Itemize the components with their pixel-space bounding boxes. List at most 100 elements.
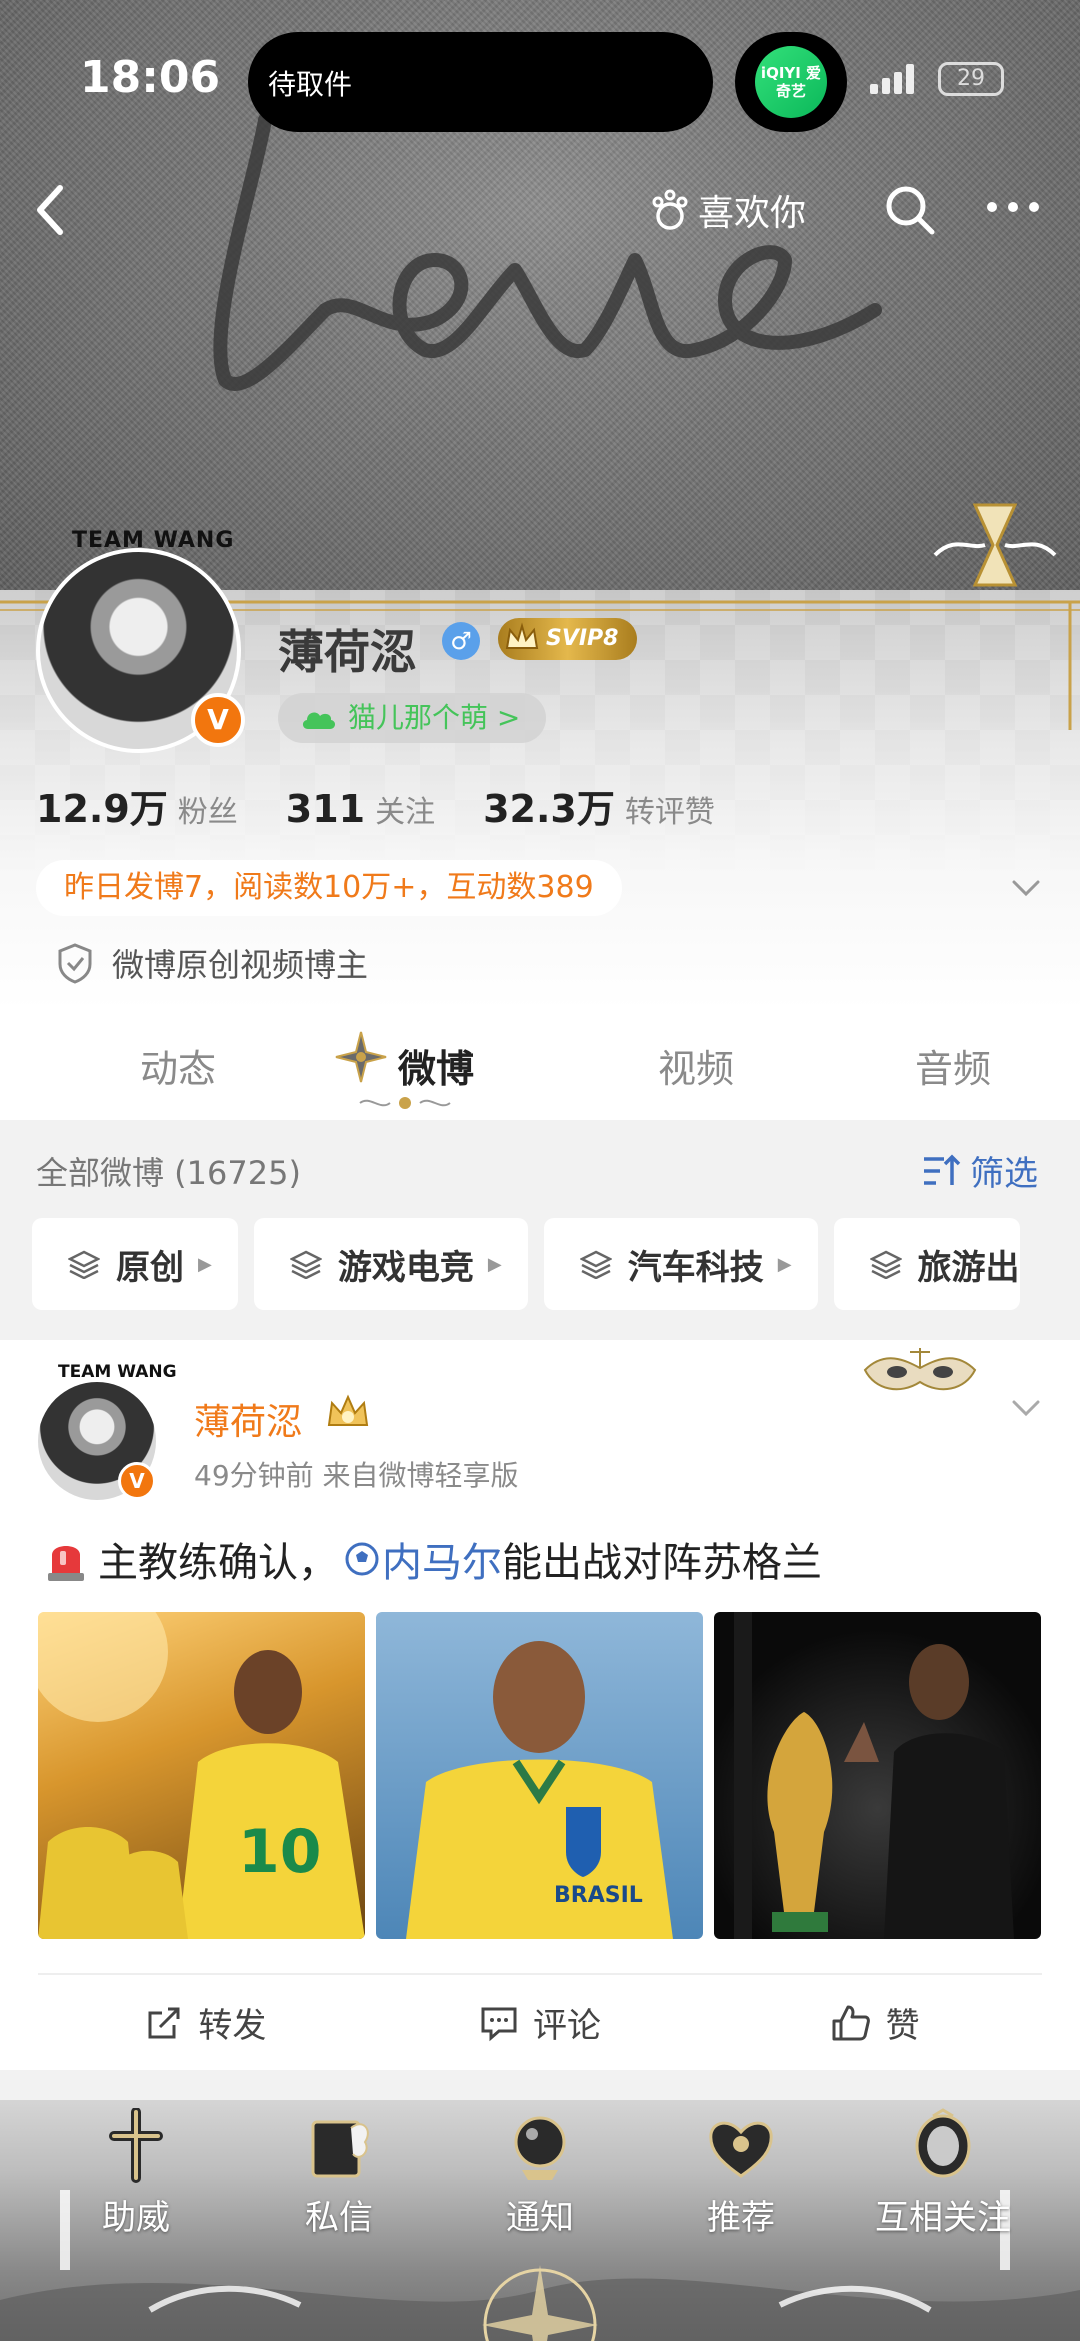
soccer-ball-icon (345, 1542, 379, 1576)
original-video-creator[interactable]: 微博原创视频博主 (56, 940, 368, 986)
stat-number: 12.9万 (36, 787, 168, 831)
chip-auto-tech[interactable]: 汽车科技 ▶ (543, 1218, 818, 1310)
all-weibo-count: 全部微博 (16725) (36, 1154, 301, 1192)
repost-button[interactable]: 转发 (38, 1975, 373, 2070)
chip-travel[interactable]: 旅游出 (833, 1218, 1020, 1310)
stat-interactions[interactable]: 32.3万 转评赞 (483, 778, 715, 833)
post-text-after: 能出战对阵苏格兰 (502, 1540, 822, 1586)
message-book-icon (311, 2120, 369, 2178)
svip-badge[interactable]: SVIP8 (498, 618, 637, 660)
chevron-down-icon[interactable] (1010, 878, 1042, 898)
thumbs-up-icon (832, 2005, 870, 2040)
fan-group-tag[interactable]: 猫儿那个萌 > (278, 693, 547, 743)
svip-label: SVIP8 (546, 626, 619, 651)
status-bar: 18:06 待取件 iQIYI 爱奇艺 29 (0, 0, 1080, 160)
search-icon[interactable] (882, 182, 938, 238)
back-arrow-icon[interactable] (30, 180, 70, 240)
stat-number: 32.3万 (483, 787, 615, 831)
masquerade-mask-decoration (863, 1348, 977, 1391)
layers-icon (579, 1250, 612, 1279)
world-cup-trophy-image (734, 1612, 1014, 1939)
topic-link-neymar[interactable]: 内马尔 (382, 1530, 502, 1588)
post-photo-3[interactable] (714, 1612, 1041, 1939)
tab-audio[interactable]: 音频 (915, 1038, 991, 1093)
profile-name: 薄荷涊 (278, 625, 416, 679)
verified-badge-icon: V (118, 1462, 156, 1500)
stat-number: 311 (285, 787, 366, 831)
post-text-before: 主教练确认， (98, 1540, 338, 1586)
vip-crown-icon (327, 1394, 369, 1426)
tab-video[interactable]: 视频 (658, 1038, 734, 1093)
fan-group-label: 猫儿那个萌 > (348, 701, 521, 734)
messages-button[interactable]: 私信 (254, 2108, 424, 2239)
heart-lock-icon (709, 2121, 773, 2178)
profile-stats: 12.9万 粉丝 311 关注 32.3万 转评赞 (36, 778, 763, 833)
crystal-ball-icon (514, 2116, 566, 2180)
like-you-button[interactable]: 喜欢你 (650, 185, 806, 235)
clock: 18:06 (80, 52, 221, 103)
repost-label: 转发 (198, 2006, 267, 2046)
player-yellow-jersey-image: 10 (38, 1612, 365, 1939)
recommend-button[interactable]: 推荐 (656, 2108, 826, 2239)
chevron-down-icon[interactable] (1010, 1398, 1042, 1418)
mutual-follow-label: 互相关注 (875, 2198, 1011, 2238)
stat-label: 关注 (375, 795, 436, 830)
verified-badge-icon: V (191, 693, 245, 747)
chip-original[interactable]: 原创 ▶ (32, 1218, 238, 1310)
stat-label: 转评赞 (624, 795, 715, 830)
filter-label: 筛选 (970, 1154, 1038, 1194)
category-chips: 原创 ▶ 游戏电竞 ▶ 汽车科技 ▶ 旅游出 (32, 1218, 1020, 1310)
shield-icon (58, 943, 92, 984)
chip-caret-icon: ▶ (777, 1253, 792, 1275)
cellular-signal-icon (870, 64, 914, 94)
iqiyi-live-activity[interactable]: iQIYI 爱奇艺 (735, 32, 847, 132)
comment-button[interactable]: 评论 (373, 1975, 708, 2070)
player-brasil-jersey-image: BRASIL (406, 1641, 673, 1939)
stat-label: 粉丝 (177, 795, 238, 830)
post-text: 主教练确认， 内马尔 能出战对阵苏格兰 (44, 1530, 822, 1588)
chip-label: 旅游出 (917, 1247, 1020, 1288)
gothic-cross-icon (109, 2108, 163, 2183)
chip-caret-icon: ▶ (198, 1253, 212, 1275)
like-you-label: 喜欢你 (698, 193, 807, 234)
gothic-mirror-icon (915, 2108, 971, 2178)
original-video-label: 微博原创视频博主 (112, 946, 369, 984)
stat-following[interactable]: 311 关注 (286, 787, 435, 831)
chip-label: 游戏电竞 (337, 1247, 474, 1288)
siren-icon (48, 1546, 84, 1581)
crown-icon (505, 622, 539, 649)
cat-paw-icon (652, 189, 688, 230)
svg-text:BRASIL: BRASIL (554, 1883, 643, 1908)
notifications-button[interactable]: 通知 (455, 2108, 625, 2239)
post-author-name[interactable]: 薄荷涊 (194, 1393, 302, 1445)
profile-tabs: 动态 微博 视频 音频 (0, 1010, 1080, 1120)
post-photo-1[interactable]: 10 (38, 1612, 365, 1939)
post-actions: 转发 评论 赞 (38, 1973, 1042, 2070)
island-text: 待取件 (268, 68, 353, 101)
cheer-label: 助威 (102, 2198, 170, 2238)
filter-button[interactable]: 筛选 (922, 1146, 1038, 1195)
chip-label: 原创 (116, 1247, 184, 1288)
battery-indicator: 29 (938, 62, 1004, 96)
more-options-icon[interactable] (985, 200, 1041, 214)
tab-activity[interactable]: 动态 (140, 1038, 216, 1093)
compass-star-icon (335, 1031, 387, 1083)
iqiyi-logo-icon: iQIYI 爱奇艺 (755, 46, 827, 118)
chip-gaming[interactable]: 游戏电竞 ▶ (253, 1218, 528, 1310)
tab-weibo[interactable]: 微博 (398, 1038, 474, 1093)
hourglass-decoration-icon (933, 503, 1057, 587)
comment-icon (481, 2007, 517, 2041)
share-icon (148, 2007, 180, 2038)
mutual-follow-button[interactable]: 互相关注 (858, 2108, 1028, 2239)
post-photo-2[interactable]: BRASIL (376, 1612, 703, 1939)
like-button[interactable]: 赞 (707, 1975, 1042, 2070)
profile-avatar-wrapper[interactable]: TEAM WANG V (36, 528, 246, 753)
stat-fans[interactable]: 12.9万 粉丝 (36, 778, 238, 833)
cheer-button[interactable]: 助威 (51, 2108, 221, 2239)
layers-icon (289, 1250, 322, 1279)
layers-icon (68, 1250, 100, 1279)
recommend-label: 推荐 (707, 2198, 775, 2238)
yesterday-summary[interactable]: 昨日发博7，阅读数10万+，互动数389 (36, 860, 622, 916)
comment-label: 评论 (533, 2006, 601, 2046)
post-photo-grid: 10 BRASIL (38, 1612, 1041, 1939)
